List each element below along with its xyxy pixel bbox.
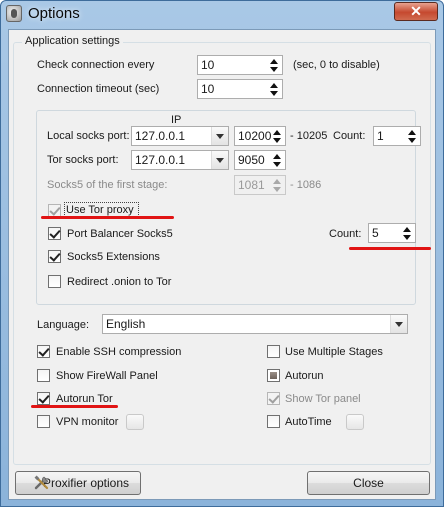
autorun-tor-checkbox[interactable] <box>37 392 50 405</box>
check-connection-hint: (sec, 0 to disable) <box>293 59 380 71</box>
check-connection-value: 10 <box>201 58 215 72</box>
spinner-arrows-icon[interactable] <box>406 128 418 144</box>
language-label: Language: <box>37 319 89 331</box>
local-socks-label: Local socks port: <box>47 130 130 142</box>
socks5-extensions-checkbox[interactable] <box>48 250 61 263</box>
dialog-body: Application settings Check connection ev… <box>8 29 436 500</box>
socks5-first-stage-range: - 1086 <box>290 179 322 191</box>
autorun-tor-label[interactable]: Autorun Tor <box>56 392 113 406</box>
spinner-arrows-icon[interactable] <box>268 57 280 73</box>
tor-socks-ip-select[interactable]: 127.0.0.1 <box>131 150 229 170</box>
tools-icon <box>34 475 49 490</box>
language-select[interactable]: English <box>102 314 408 334</box>
spinner-arrows-icon[interactable] <box>271 152 283 168</box>
connection-timeout-label: Connection timeout (sec) <box>37 83 160 95</box>
show-firewall-checkbox[interactable] <box>37 369 50 382</box>
tor-socks-port-spinner[interactable]: 9050 <box>234 150 286 170</box>
local-socks-port-spinner[interactable]: 10200 <box>234 126 286 146</box>
language-value: English <box>106 317 146 331</box>
autorun-checkbox[interactable] <box>267 369 280 382</box>
check-connection-label: Check connection every <box>37 59 155 71</box>
use-multiple-stages-checkbox[interactable] <box>267 345 280 358</box>
balancer-count-label: Count: <box>329 228 362 240</box>
show-tor-panel-checkbox <box>267 392 280 405</box>
options-window: Options ✕ Application settings Check con… <box>0 0 444 507</box>
spinner-arrows-icon[interactable] <box>271 128 283 144</box>
local-socks-ip-select[interactable]: 127.0.0.1 <box>131 126 229 146</box>
show-firewall-label[interactable]: Show FireWall Panel <box>56 369 158 383</box>
use-tor-proxy-label[interactable]: Use Tor proxy <box>66 203 134 217</box>
local-socks-port-value: 10200 <box>238 129 272 143</box>
red-underline-mark <box>349 247 431 250</box>
chevron-down-icon[interactable] <box>211 151 228 169</box>
use-multiple-stages-label[interactable]: Use Multiple Stages <box>285 345 383 359</box>
local-socks-ip-value: 127.0.0.1 <box>135 129 186 143</box>
socks5-extensions-label[interactable]: Socks5 Extensions <box>67 250 160 264</box>
redirect-onion-label[interactable]: Redirect .onion to Tor <box>67 275 171 289</box>
autorun-label[interactable]: Autorun <box>285 369 324 383</box>
proxifier-options-label: Proxifier options <box>42 476 130 490</box>
autotime-checkbox[interactable] <box>267 415 280 428</box>
local-count-value: 1 <box>377 129 384 143</box>
vpn-monitor-label[interactable]: VPN monitor <box>56 415 118 429</box>
port-balancer-label[interactable]: Port Balancer Socks5 <box>67 227 173 241</box>
balancer-count-value: 5 <box>372 226 379 240</box>
enable-ssh-label[interactable]: Enable SSH compression <box>56 345 181 359</box>
socks5-first-stage-value: 1081 <box>238 178 265 192</box>
red-underline-mark <box>31 405 118 408</box>
proxifier-options-button[interactable]: Proxifier options <box>15 471 141 495</box>
show-tor-panel-label: Show Tor panel <box>285 393 361 405</box>
spinner-arrows-icon <box>271 177 283 193</box>
red-underline-mark <box>41 216 174 219</box>
vpn-monitor-settings-button[interactable] <box>126 414 144 430</box>
tor-socks-label: Tor socks port: <box>47 154 119 166</box>
app-icon <box>6 5 22 22</box>
ip-column-header: IP <box>171 114 182 126</box>
connection-timeout-value: 10 <box>201 82 215 96</box>
vpn-monitor-checkbox[interactable] <box>37 415 50 428</box>
window-close-button[interactable]: ✕ <box>394 2 438 21</box>
socks5-first-stage-spinner: 1081 <box>234 175 286 195</box>
title-bar[interactable]: Options ✕ <box>1 1 443 27</box>
autotime-settings-button[interactable] <box>346 414 364 430</box>
close-button[interactable]: Close <box>307 471 430 495</box>
redirect-onion-checkbox[interactable] <box>48 275 61 288</box>
tor-socks-ip-value: 127.0.0.1 <box>135 153 186 167</box>
local-count-label: Count: <box>333 130 366 142</box>
socks5-first-stage-label: Socks5 of the first stage: <box>47 179 168 191</box>
tor-socks-port-value: 9050 <box>238 153 265 167</box>
connection-timeout-spinner[interactable]: 10 <box>197 79 283 99</box>
chevron-down-icon[interactable] <box>390 315 407 333</box>
enable-ssh-checkbox[interactable] <box>37 345 50 358</box>
local-count-spinner[interactable]: 1 <box>373 126 421 146</box>
spinner-arrows-icon[interactable] <box>268 81 280 97</box>
window-title: Options <box>28 5 80 22</box>
autotime-label[interactable]: AutoTime <box>285 415 332 429</box>
check-connection-spinner[interactable]: 10 <box>197 55 283 75</box>
port-balancer-checkbox[interactable] <box>48 227 61 240</box>
balancer-count-spinner[interactable]: 5 <box>368 223 416 243</box>
spinner-arrows-icon[interactable] <box>401 225 413 241</box>
application-settings-label: Application settings <box>22 35 123 47</box>
local-socks-range: - 10205 <box>290 130 328 142</box>
chevron-down-icon[interactable] <box>211 127 228 145</box>
